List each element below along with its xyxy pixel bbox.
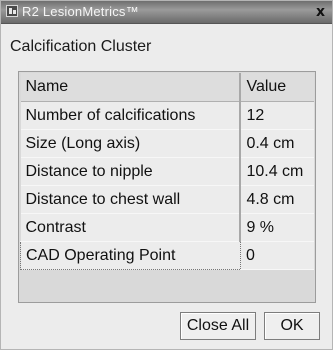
dialog-heading: Calcification Cluster: [10, 38, 152, 55]
metrics-table: Name Value Number of calcifications 12 S…: [20, 73, 314, 270]
metrics-table-frame: Name Value Number of calcifications 12 S…: [18, 71, 316, 303]
ok-button[interactable]: OK: [264, 312, 320, 340]
metric-name-cell: Distance to chest wall: [20, 185, 242, 214]
title-bar[interactable]: R2 LesionMetrics™ x: [1, 1, 332, 24]
metric-name-cell: CAD Operating Point: [20, 241, 241, 270]
metric-value-cell: 10.4 cm: [240, 157, 314, 186]
metric-name-cell: Distance to nipple: [20, 157, 242, 186]
table-header-row: Name Value: [20, 73, 314, 102]
table-row[interactable]: Size (Long axis) 0.4 cm: [20, 129, 314, 158]
table-row[interactable]: Contrast 9 %: [20, 213, 314, 242]
metric-value-cell: 0: [240, 241, 314, 270]
table-row[interactable]: Distance to nipple 10.4 cm: [20, 157, 314, 186]
metric-value-cell: 9 %: [240, 213, 314, 242]
table-row[interactable]: Number of calcifications 12: [20, 101, 314, 130]
close-all-button[interactable]: Close All: [180, 312, 256, 340]
lesion-metrics-window: R2 LesionMetrics™ x Calcification Cluste…: [0, 0, 333, 350]
app-icon: [6, 5, 18, 17]
column-header-name[interactable]: Name: [20, 73, 242, 102]
close-icon[interactable]: x: [316, 4, 325, 20]
metric-name-cell: Number of calcifications: [20, 101, 242, 130]
column-header-value[interactable]: Value: [240, 73, 314, 102]
metric-value-cell: 12: [240, 101, 314, 130]
metric-name-cell: Contrast: [20, 213, 242, 242]
metric-value-cell: 0.4 cm: [240, 129, 314, 158]
metric-name-cell: Size (Long axis): [20, 129, 242, 158]
window-title: R2 LesionMetrics™: [22, 4, 139, 19]
table-row-selected[interactable]: CAD Operating Point 0: [20, 241, 314, 270]
metric-value-cell: 4.8 cm: [240, 185, 314, 214]
table-row[interactable]: Distance to chest wall 4.8 cm: [20, 185, 314, 214]
